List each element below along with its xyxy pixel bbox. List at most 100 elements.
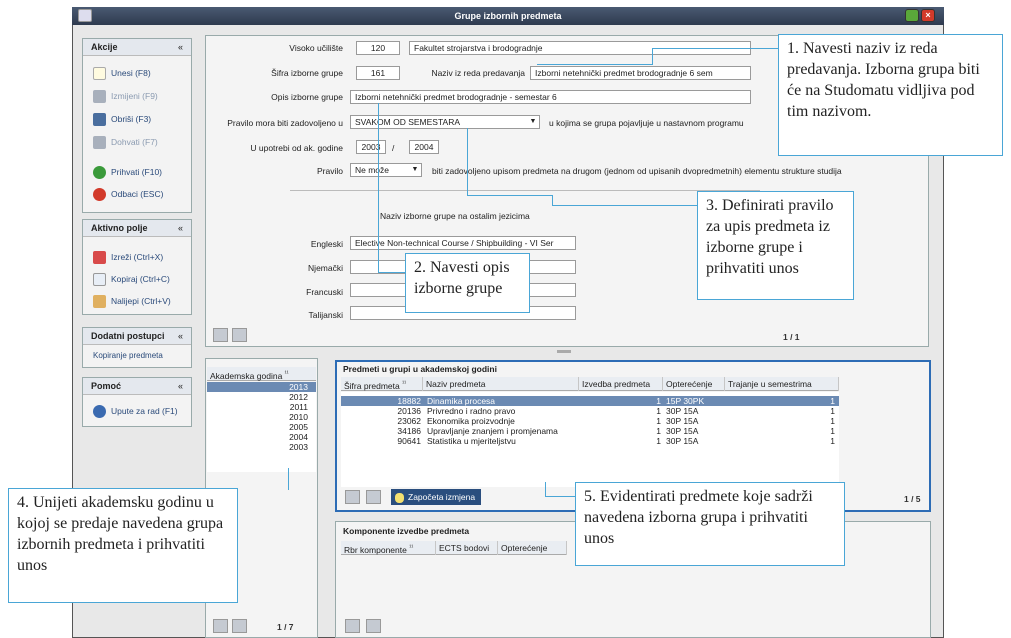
active-field-title: Aktivno polje <box>91 223 148 233</box>
group-description-field[interactable]: Izborni netehnički predmet brodogradnje … <box>350 90 751 104</box>
window-menu-icon[interactable] <box>78 9 92 22</box>
copy-subjects-link[interactable]: Kopiranje predmeta <box>93 348 163 364</box>
table-cell-code: 90641 <box>397 436 421 446</box>
col-izvedba-header[interactable]: Izvedba predmeta <box>579 377 663 391</box>
help-header[interactable]: Pomoć « <box>83 378 191 395</box>
collapse-icon[interactable]: « <box>178 39 183 56</box>
window-title: Grupe izbornih predmeta <box>72 7 944 25</box>
callout-1: 1. Navesti naziv iz reda predavanja. Izb… <box>778 34 1003 156</box>
years-list: 2013 2012 2011 2010 2005 2004 2003 <box>207 382 316 472</box>
callout-2: 2. Navesti opis izborne grupe <box>405 253 530 313</box>
years-tool-button-2[interactable] <box>232 619 247 633</box>
year-list-item[interactable]: 2013 <box>207 382 316 392</box>
table-row[interactable]: 23062 Ekonomika proizvodnje 1 30P 15A 1 <box>341 416 839 426</box>
paste-button[interactable]: Nalijepi (Ctrl+V) <box>93 293 171 309</box>
components-tool-button-2[interactable] <box>366 619 381 633</box>
year-list-item[interactable]: 2005 <box>207 422 316 432</box>
rule-select[interactable]: Ne može ▼ <box>350 163 422 177</box>
insert-button[interactable]: Unesi (F8) <box>93 65 151 81</box>
callout-5: 5. Evidentirati predmete koje sadrži nav… <box>575 482 845 566</box>
years-pager: 1 / 7 <box>277 622 294 632</box>
table-cell-traj: 1 <box>830 426 835 436</box>
table-cell-name: Ekonomika proizvodnje <box>427 416 515 426</box>
copy-label: Kopiraj (Ctrl+C) <box>111 274 170 284</box>
extra-panel: Dodatni postupci « Kopiranje predmeta <box>82 327 192 368</box>
fetch-button[interactable]: Dohvati (F7) <box>93 134 158 150</box>
sort-icon: ¹¹ <box>402 381 407 387</box>
col-ects-header[interactable]: ECTS bodovi <box>436 541 498 555</box>
year-to-field[interactable]: 2004 <box>409 140 439 154</box>
group-description-label: Opis izborne grupe <box>271 92 343 102</box>
french-label: Francuski <box>306 287 343 297</box>
subjects-tool-button-1[interactable] <box>345 490 360 504</box>
copy-icon <box>93 273 106 287</box>
english-name-field[interactable]: Elective Non-technical Course / Shipbuil… <box>350 236 576 250</box>
collapse-icon[interactable]: « <box>178 378 183 395</box>
cut-button[interactable]: Izreži (Ctrl+X) <box>93 249 163 265</box>
separator <box>290 190 760 191</box>
callout-1-leader-2 <box>652 48 778 49</box>
year-list-item[interactable]: 2011 <box>207 402 316 412</box>
collapse-icon[interactable]: « <box>178 220 183 237</box>
help-icon <box>93 405 106 419</box>
col-code-header[interactable]: Šifra predmeta ¹¹ <box>341 377 423 391</box>
year-list-item[interactable]: 2012 <box>207 392 316 402</box>
table-row[interactable]: 18882 Dinamika procesa 1 15P 30PK 1 <box>341 396 839 406</box>
year-list-item[interactable]: 2010 <box>207 412 316 422</box>
year-list-item[interactable]: 2003 <box>207 442 316 452</box>
table-cell-opt: 30P 15A <box>666 436 699 446</box>
years-tool-button-1[interactable] <box>213 619 228 633</box>
components-tool-button-1[interactable] <box>345 619 360 633</box>
year-list-item[interactable]: 2004 <box>207 432 316 442</box>
delete-label: Obriši (F3) <box>111 114 152 124</box>
col-duration-header[interactable]: Trajanje u semestrima <box>725 377 839 391</box>
callout-3-leader <box>552 205 702 206</box>
table-row[interactable]: 90641 Statistika u mjeriteljstvu 1 30P 15A 1 <box>341 436 839 446</box>
subjects-tool-button-2[interactable] <box>366 490 381 504</box>
rule-scope-suffix: u kojima se grupa pojavljuje u nastavnom… <box>549 118 744 128</box>
splitter-handle[interactable] <box>557 350 571 353</box>
institution-label: Visoko učilište <box>289 43 343 53</box>
col-component-no-header[interactable]: Rbr komponente ¹¹ <box>341 541 436 555</box>
years-header-label: Akademska godina <box>210 370 283 381</box>
active-field-panel: Aktivno polje « Izreži (Ctrl+X) Kopiraj (… <box>82 219 192 315</box>
accept-button[interactable]: Prihvati (F10) <box>93 164 162 180</box>
delete-icon <box>93 113 106 127</box>
callout-5-leader-2 <box>545 496 575 497</box>
delete-button[interactable]: Obriši (F3) <box>93 111 151 127</box>
active-field-header[interactable]: Aktivno polje « <box>83 220 191 237</box>
table-row[interactable]: 34186 Upravljanje znanjem i promjenama 1 30… <box>341 426 839 436</box>
help-button[interactable]: Upute za rad (F1) <box>93 403 178 419</box>
help-label: Upute za rad (F1) <box>111 406 178 416</box>
table-cell-name: Upravljanje znanjem i promjenama <box>427 426 558 436</box>
table-cell-opt: 30P 15A <box>666 406 699 416</box>
table-cell-traj: 1 <box>830 406 835 416</box>
institution-code-field[interactable]: 120 <box>356 41 400 55</box>
table-cell-name: Dinamika procesa <box>427 396 496 406</box>
actions-header[interactable]: Akcije « <box>83 39 191 56</box>
edit-label: Izmijeni (F9) <box>111 91 158 101</box>
edit-button[interactable]: Izmijeni (F9) <box>93 88 158 104</box>
form-tool-button-2[interactable] <box>232 328 247 342</box>
col-name-header[interactable]: Naziv predmeta <box>423 377 579 391</box>
collapse-icon[interactable]: « <box>178 328 183 345</box>
english-label: Engleski <box>310 239 343 249</box>
maximize-icon[interactable] <box>905 9 919 22</box>
group-code-field[interactable]: 161 <box>356 66 400 80</box>
fetch-label: Dohvati (F7) <box>111 137 158 147</box>
table-row[interactable]: 20136 Privredno i radno pravo 1 30P 15A 1 <box>341 406 839 416</box>
insert-label: Unesi (F8) <box>111 68 151 78</box>
years-header[interactable]: Akademska godina ¹¹ <box>207 367 316 381</box>
help-panel: Pomoć « Upute za rad (F1) <box>82 377 192 427</box>
extra-header[interactable]: Dodatni postupci « <box>83 328 191 345</box>
copy-button[interactable]: Kopiraj (Ctrl+C) <box>93 271 170 287</box>
cancel-button[interactable]: Odbaci (ESC) <box>93 186 163 202</box>
year-from-field[interactable]: 2003 <box>356 140 386 154</box>
form-tool-button-1[interactable] <box>213 328 228 342</box>
table-cell-code: 20136 <box>397 406 421 416</box>
help-title: Pomoć <box>91 381 122 391</box>
lecture-name-field[interactable]: Izborni netehnički predmet brodogradnje … <box>530 66 751 80</box>
close-icon[interactable]: × <box>921 9 935 22</box>
col-load-header[interactable]: Opterećenje <box>663 377 725 391</box>
col-component-load-header[interactable]: Opterećenje <box>498 541 567 555</box>
